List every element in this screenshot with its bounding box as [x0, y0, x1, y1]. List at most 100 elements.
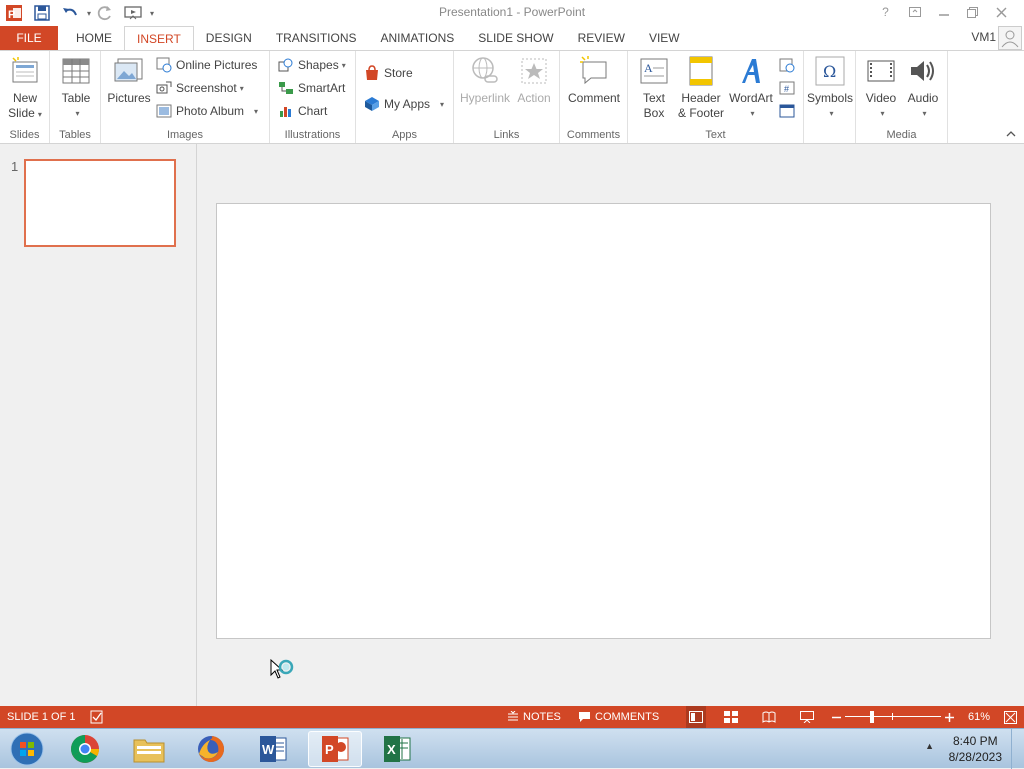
insert-object-button[interactable] — [779, 101, 799, 121]
photo-album-dropdown-icon: ▾ — [254, 106, 259, 116]
screenshot-label: Screenshot — [176, 81, 237, 95]
my-apps-button[interactable]: My Apps ▾ — [364, 94, 444, 114]
symbols-button[interactable]: Ω Symbols ▾ — [806, 55, 854, 121]
header-footer-button[interactable]: Header & Footer — [675, 55, 727, 121]
taskbar-chrome[interactable] — [58, 731, 112, 767]
powerpoint-icon: P — [322, 736, 349, 762]
tab-home[interactable]: HOME — [64, 26, 124, 50]
shapes-button[interactable]: Shapes ▾ — [278, 55, 346, 75]
restore-icon[interactable] — [958, 2, 987, 22]
zoom-level[interactable]: 61% — [968, 706, 990, 728]
smartart-label: SmartArt — [298, 81, 346, 95]
system-clock[interactable]: 8:40 PM 8/28/2023 — [949, 733, 1002, 765]
user-account-name[interactable]: VM1 — [971, 30, 996, 44]
table-dropdown-icon: ▾ — [75, 109, 80, 118]
group-comments: Comment Comments — [560, 51, 628, 143]
help-icon[interactable]: ? — [871, 2, 900, 22]
ribbon-display-options-icon[interactable] — [900, 2, 929, 22]
wordart-button[interactable]: WordArt ▾ — [728, 55, 774, 121]
screenshot-dropdown-icon: ▾ — [239, 83, 244, 93]
group-tables: Table ▾ Tables — [50, 51, 101, 143]
chart-button[interactable]: Chart — [278, 101, 327, 121]
avatar[interactable] — [998, 26, 1022, 50]
store-button[interactable]: Store — [364, 63, 413, 83]
tab-review[interactable]: REVIEW — [566, 26, 637, 50]
new-slide-label-row: Slide ▾ — [8, 106, 42, 122]
group-label-comments: Comments — [566, 129, 621, 141]
save-icon[interactable] — [31, 2, 53, 24]
smartart-button[interactable]: SmartArt — [278, 78, 345, 98]
photo-album-button[interactable]: Photo Album ▾ — [156, 101, 258, 121]
video-button[interactable]: Video ▾ — [862, 55, 900, 121]
group-label-slides: Slides — [9, 129, 40, 141]
normal-view-icon[interactable] — [686, 706, 706, 728]
slide-canvas[interactable] — [216, 203, 991, 639]
wordart-label: WordArt — [729, 91, 773, 105]
new-slide-label-1: New — [12, 91, 37, 105]
busy-cursor-icon — [270, 658, 294, 688]
tab-transitions[interactable]: TRANSITIONS — [264, 26, 369, 50]
audio-button[interactable]: Audio ▾ — [904, 55, 942, 121]
zoom-slider-track — [845, 716, 941, 717]
tab-view[interactable]: VIEW — [637, 26, 692, 50]
comments-label: COMMENTS — [595, 711, 660, 723]
notes-button[interactable]: NOTES — [507, 706, 561, 728]
collapse-ribbon-icon[interactable] — [1006, 129, 1016, 141]
taskbar-firefox[interactable] — [184, 731, 238, 767]
group-label-apps: Apps — [391, 129, 418, 141]
action-button[interactable]: Action — [515, 55, 553, 106]
action-icon — [518, 55, 550, 87]
show-hidden-icons-icon[interactable]: ▲ — [925, 741, 934, 751]
zoom-slider-thumb[interactable] — [870, 711, 874, 723]
minimize-icon[interactable] — [929, 2, 958, 22]
zoom-slider[interactable] — [845, 706, 941, 728]
slide-sorter-view-icon[interactable] — [724, 706, 738, 728]
spelling-check-icon[interactable] — [90, 706, 104, 728]
tab-slide-show[interactable]: SLIDE SHOW — [466, 26, 565, 50]
close-icon[interactable] — [987, 2, 1016, 22]
online-pictures-button[interactable]: Online Pictures — [156, 55, 257, 75]
comment-icon — [578, 55, 610, 87]
chart-label: Chart — [298, 104, 328, 118]
zoom-out-icon[interactable] — [832, 706, 841, 728]
show-desktop-button[interactable] — [1011, 729, 1024, 769]
store-label: Store — [384, 66, 413, 80]
slide-thumbnail[interactable] — [24, 159, 176, 247]
taskbar-excel[interactable]: X — [370, 731, 424, 767]
new-slide-dropdown-icon: ▾ — [37, 110, 42, 119]
new-slide-button[interactable]: New Slide ▾ — [6, 55, 44, 122]
tab-insert[interactable]: INSERT — [124, 26, 194, 50]
redo-icon[interactable] — [94, 2, 116, 24]
screenshot-button[interactable]: Screenshot ▾ — [156, 78, 244, 98]
reading-view-icon[interactable] — [762, 706, 776, 728]
tab-file[interactable]: FILE — [0, 26, 58, 50]
slide-number-icon: # — [779, 80, 795, 96]
text-box-label-1: Text — [642, 91, 665, 105]
undo-icon[interactable] — [59, 2, 81, 24]
table-button[interactable]: Table ▾ — [58, 55, 94, 121]
folder-icon — [133, 739, 165, 763]
pictures-button[interactable]: Pictures — [107, 55, 151, 106]
powerpoint-app-icon[interactable]: P — [3, 2, 25, 24]
slide-editing-area — [197, 144, 1024, 706]
date-time-button[interactable] — [779, 55, 799, 75]
comments-button[interactable]: COMMENTS — [578, 706, 659, 728]
taskbar-file-explorer[interactable] — [122, 731, 176, 767]
taskbar-powerpoint[interactable]: P — [308, 731, 362, 767]
text-box-button[interactable]: A Text Box — [634, 55, 674, 121]
undo-dropdown-icon[interactable]: ▾ — [87, 9, 91, 18]
taskbar-word[interactable]: W — [246, 731, 300, 767]
customize-qat-icon[interactable]: ▾ — [150, 9, 154, 18]
comment-button[interactable]: Comment — [565, 55, 623, 106]
start-button[interactable] — [0, 731, 54, 767]
tab-animations[interactable]: ANIMATIONS — [368, 26, 466, 50]
zoom-in-icon[interactable] — [945, 706, 954, 728]
start-from-beginning-icon[interactable] — [122, 2, 144, 24]
slide-show-view-icon[interactable] — [800, 706, 814, 728]
hyperlink-button[interactable]: Hyperlink — [459, 55, 511, 106]
ribbon-tabs: FILE HOME INSERT DESIGN TRANSITIONS ANIM… — [0, 26, 1024, 50]
slide-number-button[interactable]: # — [779, 78, 799, 98]
group-text: A Text Box Header & Footer WordArt ▾ # T… — [628, 51, 804, 143]
tab-design[interactable]: DESIGN — [194, 26, 264, 50]
fit-slide-to-window-icon[interactable] — [1004, 706, 1017, 728]
